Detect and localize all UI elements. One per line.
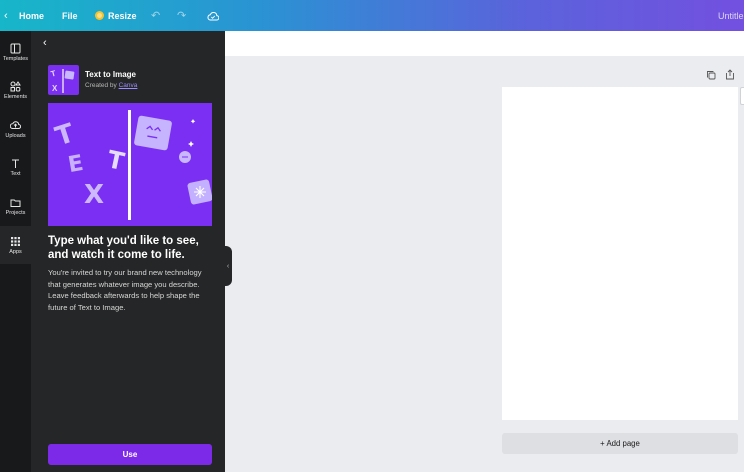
rail-item-elements[interactable]: Elements <box>0 71 31 109</box>
creator-link[interactable]: Canva <box>119 82 138 89</box>
use-app-button[interactable]: Use <box>48 444 212 465</box>
rail-label: Uploads <box>5 132 26 139</box>
top-toolbar: ‹ Home File Resize ↶ ↷ Untitle <box>0 0 744 31</box>
rail-label: Text <box>10 170 21 177</box>
duplicate-page-icon[interactable] <box>706 70 716 80</box>
chevron-left-icon: ‹ <box>226 262 230 270</box>
rail-label: Templates <box>2 55 29 62</box>
thumb-letter: X <box>52 84 58 93</box>
panel-headline: Type what you'd like to see, and watch i… <box>48 235 199 261</box>
panel-back-chevron-icon[interactable]: ‹ <box>43 37 47 49</box>
collapse-panel-handle[interactable]: ‹ <box>224 246 232 286</box>
redo-icon[interactable]: ↷ <box>177 0 186 31</box>
crown-icon <box>95 11 104 20</box>
rail-item-uploads[interactable]: Uploads <box>0 110 31 148</box>
resize-button[interactable]: Resize <box>95 0 137 31</box>
add-page-button[interactable]: + Add page <box>502 433 738 454</box>
cloud-sync-icon[interactable] <box>207 0 219 31</box>
editor-toolbar-strip <box>225 31 744 56</box>
rail-label: Projects <box>5 209 26 216</box>
home-button[interactable]: Home <box>19 0 44 31</box>
hero-letter: X <box>84 180 104 210</box>
app-name: Text to Image <box>85 70 136 79</box>
rail-label: Apps <box>9 248 22 255</box>
app-thumbnail: T X <box>48 65 79 95</box>
back-chevron-icon[interactable]: ‹ <box>4 0 8 31</box>
app-creator: Created by Canva <box>85 82 137 89</box>
rail-item-text[interactable]: Text <box>0 148 31 186</box>
uploads-icon <box>10 120 21 129</box>
text-icon <box>12 159 19 168</box>
elements-icon <box>10 80 21 91</box>
app-hero-image: T E X T <box>48 103 212 226</box>
page-scroll-handle[interactable] <box>740 87 744 105</box>
rail-item-projects[interactable]: Projects <box>0 187 31 225</box>
file-menu-button[interactable]: File <box>62 0 78 31</box>
hero-letter: T <box>52 118 78 152</box>
side-rail: Templates Elements Uploads Text Projects… <box>0 31 31 472</box>
apps-icon <box>11 236 20 246</box>
rail-item-apps[interactable]: Apps <box>0 226 31 264</box>
resize-label: Resize <box>108 10 137 21</box>
document-title[interactable]: Untitle <box>718 0 744 31</box>
rail-label: Elements <box>4 93 27 100</box>
folder-icon <box>10 199 21 207</box>
creator-prefix: Created by <box>85 82 119 89</box>
panel-description: You're invited to try our brand new tech… <box>48 268 202 312</box>
hero-letter: T <box>105 145 127 176</box>
add-page-above-icon[interactable] <box>725 69 735 80</box>
design-page[interactable] <box>502 87 738 420</box>
hero-letter: E <box>66 151 85 178</box>
rail-item-templates[interactable]: Templates <box>0 33 31 71</box>
thumb-letter: T <box>50 69 57 79</box>
undo-icon[interactable]: ↶ <box>151 0 160 31</box>
templates-icon <box>10 43 21 53</box>
